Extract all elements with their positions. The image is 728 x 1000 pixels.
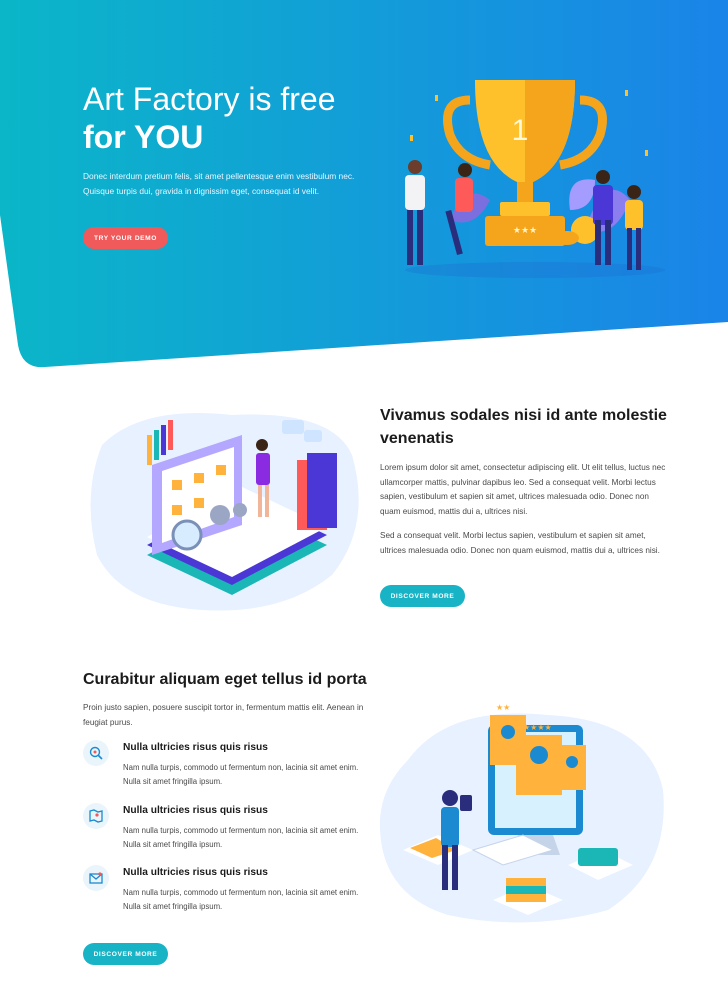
feature-description: Nam nulla turpis, commodo ut fermentum n…: [123, 888, 359, 911]
svg-text:★★★: ★★★: [513, 226, 537, 236]
map-icon: [83, 803, 109, 829]
discover-more-button[interactable]: DISCOVER MORE: [83, 943, 168, 965]
try-demo-button[interactable]: TRY YOUR DEMO: [83, 227, 168, 249]
feature-description: Nam nulla turpis, commodo ut fermentum n…: [123, 763, 359, 786]
section2-paragraph-2: Sed a consequat velit. Morbi lectus sapi…: [380, 531, 660, 555]
svg-text:★★: ★★: [496, 703, 510, 712]
feature-title: Nulla ultricies risus quis risus: [123, 867, 268, 878]
reviews-illustration: ★★★★★★: [379, 703, 664, 923]
feature-title: Nulla ultricies risus quis risus: [123, 742, 268, 753]
feature-item: Nulla ultricies risus quis risus Nam nul…: [83, 803, 373, 863]
mail-icon: [83, 865, 109, 891]
hero-title-line2: for YOU: [83, 119, 204, 155]
hero-description: Donec interdum pretium felis, sit amet p…: [83, 171, 355, 196]
section3-title: Curabitur aliquam eget tellus id porta: [83, 671, 367, 688]
section3-intro: Proin justo sapien, posuere suscipit tor…: [83, 703, 364, 727]
feature-item: Nulla ultricies risus quis risus Nam nul…: [83, 865, 373, 925]
dashboard-illustration: [90, 413, 359, 611]
discover-more-button[interactable]: DISCOVER MORE: [380, 585, 465, 607]
svg-text:★★★★: ★★★★: [523, 723, 552, 732]
trophy-illustration: ★★★ 1: [405, 80, 665, 278]
section2-title: Vivamus sodales nisi id ante molestie ve…: [380, 407, 667, 447]
feature-item: Nulla ultricies risus quis risus Nam nul…: [83, 740, 373, 800]
feature-description: Nam nulla turpis, commodo ut fermentum n…: [123, 826, 359, 849]
gear-search-icon: [83, 740, 109, 766]
section2-paragraph-1: Lorem ipsum dolor sit amet, consectetur …: [380, 463, 666, 516]
feature-title: Nulla ultricies risus quis risus: [123, 805, 268, 816]
trophy-number: 1: [512, 114, 529, 147]
hero-title-line1: Art Factory is free: [83, 81, 336, 117]
hero-title: Art Factory is free for YOU: [83, 80, 336, 156]
